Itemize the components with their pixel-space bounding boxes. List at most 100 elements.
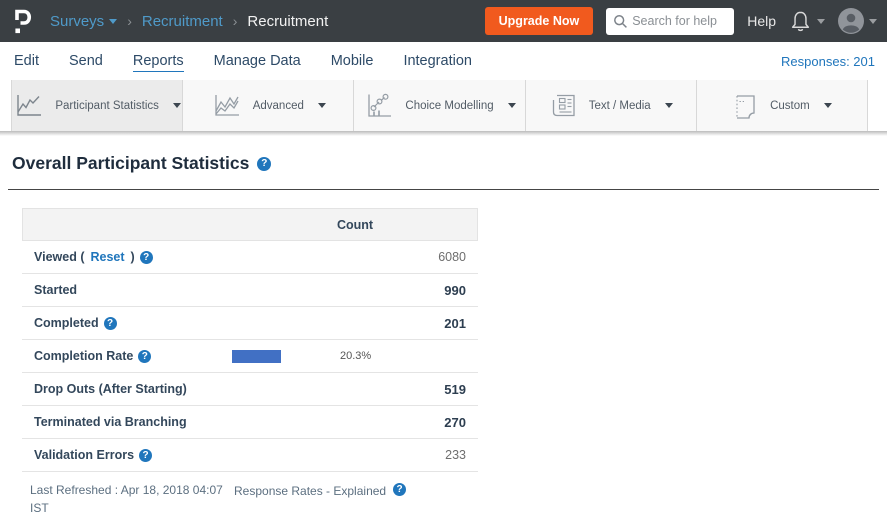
row-value: 270	[232, 415, 478, 430]
tab-participant-statistics[interactable]: Participant Statistics	[12, 80, 183, 131]
breadcrumb-separator: ›	[233, 13, 238, 29]
row-value: 519	[232, 382, 478, 397]
row-label: Completion Rate ?	[22, 349, 232, 363]
help-icon[interactable]: ?	[140, 251, 153, 264]
responses-count: Responses: 201	[781, 54, 875, 69]
tab-label: Custom	[770, 100, 810, 112]
chevron-down-icon	[665, 103, 673, 108]
notifications-button[interactable]	[789, 9, 825, 34]
tab-custom[interactable]: Custom	[697, 80, 868, 131]
row-label: Viewed ( Reset ) ?	[22, 250, 232, 264]
reset-link[interactable]: Reset	[90, 250, 124, 264]
page-title-row: Overall Participant Statistics ?	[12, 153, 875, 174]
help-icon[interactable]: ?	[257, 157, 271, 171]
response-rates-text: Response Rates - Explained	[234, 482, 386, 500]
multi-line-chart-icon	[211, 92, 241, 119]
newspaper-icon	[549, 92, 577, 119]
help-icon[interactable]: ?	[139, 449, 152, 462]
nav-manage-data[interactable]: Manage Data	[214, 51, 301, 71]
row-label-text: Drop Outs (After Starting)	[34, 382, 187, 396]
tab-label: Participant Statistics	[55, 100, 159, 112]
chevron-down-icon	[817, 19, 825, 24]
table-row-viewed: Viewed ( Reset ) ? 6080	[22, 241, 478, 274]
table-row-started: Started 990	[22, 274, 478, 307]
row-label: Validation Errors ?	[22, 448, 232, 462]
nav-reports[interactable]: Reports	[133, 51, 184, 72]
table-row-validation-errors: Validation Errors ? 233	[22, 439, 478, 472]
row-label: Started	[22, 283, 232, 297]
bell-icon	[789, 9, 812, 34]
nav-mobile[interactable]: Mobile	[331, 51, 374, 71]
upgrade-now-button[interactable]: Upgrade Now	[485, 7, 594, 35]
tab-text-media[interactable]: Text / Media	[526, 80, 697, 131]
chevron-down-icon	[508, 103, 516, 108]
search-icon	[613, 14, 628, 29]
table-footer: Last Refreshed : Apr 18, 2018 04:07 IST …	[22, 481, 875, 518]
page-title: Overall Participant Statistics	[12, 153, 249, 174]
chevron-down-icon	[869, 19, 877, 24]
table-row-drop-outs: Drop Outs (After Starting) 519	[22, 373, 478, 406]
completion-rate-label: 20.3%	[286, 350, 371, 362]
nav-integration[interactable]: Integration	[403, 51, 472, 71]
row-value: 990	[232, 283, 478, 298]
row-label-text: Terminated via Branching	[34, 415, 187, 429]
tab-choice-modelling[interactable]: Choice Modelling	[354, 80, 525, 131]
last-refreshed-text: Last Refreshed : Apr 18, 2018 04:07 IST	[30, 483, 223, 515]
tab-label: Choice Modelling	[405, 100, 493, 112]
table-row-completed: Completed ? 201	[22, 307, 478, 340]
row-label: Terminated via Branching	[22, 415, 232, 429]
questionpro-logo-icon[interactable]	[12, 7, 34, 36]
row-label-text: )	[131, 250, 135, 264]
title-divider	[8, 189, 879, 190]
row-label: Completed ?	[22, 316, 232, 330]
help-icon[interactable]: ?	[104, 317, 117, 330]
document-icon	[732, 92, 758, 120]
row-label-text: Completion Rate	[34, 349, 133, 363]
reports-toolbar: Participant Statistics Advanced	[0, 80, 887, 131]
nav-edit[interactable]: Edit	[14, 51, 39, 71]
toolbar-shadow	[0, 131, 887, 136]
help-search	[606, 8, 734, 35]
chevron-down-icon	[824, 103, 832, 108]
row-label-text: Completed	[34, 316, 99, 330]
last-refreshed: Last Refreshed : Apr 18, 2018 04:07 IST …	[22, 481, 234, 518]
participant-statistics-table: Count Viewed ( Reset ) ? 6080 Started 99…	[22, 208, 478, 472]
response-rates-explained: Response Rates - Explained ?	[234, 481, 406, 518]
surveys-menu-label: Surveys	[50, 13, 104, 30]
row-value: 6080	[232, 250, 478, 264]
tab-label: Text / Media	[589, 100, 651, 112]
row-label-text: Viewed (	[34, 250, 84, 264]
row-label-text: Validation Errors	[34, 448, 134, 462]
row-label-text: Started	[34, 283, 77, 297]
breadcrumb-survey-link[interactable]: Recruitment	[142, 13, 223, 30]
line-chart-icon	[13, 92, 43, 119]
table-row-completion-rate: Completion Rate ? 20.3%	[22, 340, 478, 373]
row-label: Drop Outs (After Starting)	[22, 382, 232, 396]
report-content: Overall Participant Statistics ? Count V…	[0, 153, 887, 518]
nav-send[interactable]: Send	[69, 51, 103, 71]
scatter-chart-icon	[363, 92, 393, 119]
row-value: 20.3%	[232, 350, 478, 363]
chevron-down-icon	[318, 103, 326, 108]
breadcrumb-current: Recruitment	[247, 13, 328, 30]
tab-label: Advanced	[253, 100, 304, 112]
surveys-menu[interactable]: Surveys	[50, 13, 117, 30]
account-menu-button[interactable]	[838, 8, 877, 34]
row-value: 233	[232, 448, 478, 462]
help-link[interactable]: Help	[747, 13, 776, 29]
topbar-right-group: Upgrade Now Help	[485, 7, 877, 35]
count-column-header: Count	[233, 218, 477, 232]
help-icon[interactable]: ?	[138, 350, 151, 363]
avatar	[838, 8, 864, 34]
report-tabs: Participant Statistics Advanced	[11, 80, 868, 131]
table-row-terminated: Terminated via Branching 270	[22, 406, 478, 439]
table-header-row: Count	[22, 208, 478, 241]
breadcrumb-separator: ›	[127, 13, 132, 29]
survey-nav: Edit Send Reports Manage Data Mobile Int…	[0, 42, 887, 80]
chevron-down-icon	[109, 19, 117, 24]
completion-rate-bar-fill	[232, 350, 281, 363]
help-icon[interactable]: ?	[393, 483, 406, 496]
top-bar: Surveys › Recruitment › Recruitment Upgr…	[0, 0, 887, 42]
row-value: 201	[232, 316, 478, 331]
tab-advanced[interactable]: Advanced	[183, 80, 354, 131]
